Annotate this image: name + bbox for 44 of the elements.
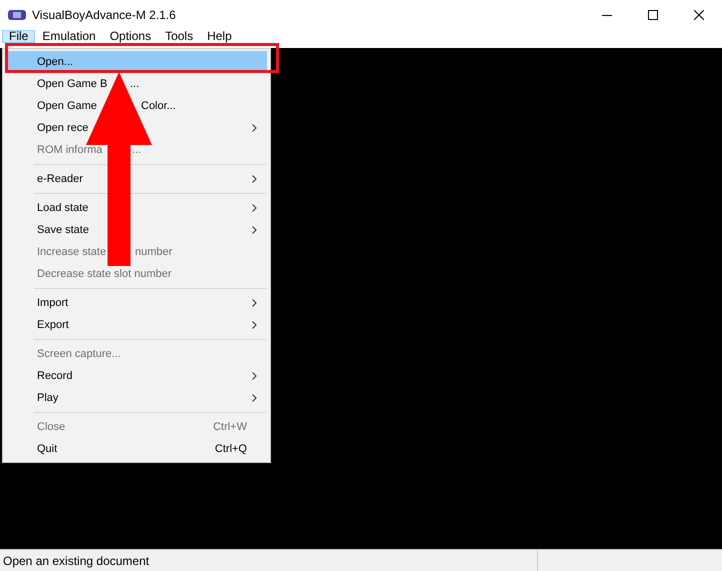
menu-item-label: Increase state xyxy=(37,246,106,258)
menu-item[interactable]: Open rece xyxy=(6,117,267,139)
shortcut-label: Ctrl+Q xyxy=(214,442,247,457)
menu-item-label: Quit xyxy=(37,442,58,455)
menu-item-label: Color... xyxy=(141,98,176,114)
app-icon xyxy=(8,10,26,20)
menu-item[interactable]: Load state xyxy=(6,197,267,219)
menu-item-label: number xyxy=(135,244,172,260)
menu-item-label: Screen capture... xyxy=(37,348,121,360)
menu-item-label: Close xyxy=(37,420,66,433)
menu-item[interactable]: Play xyxy=(6,387,267,409)
menu-item-label: e-Reader xyxy=(37,172,83,185)
menu-item-label: Open... xyxy=(37,56,74,68)
menu-item[interactable]: Record xyxy=(6,365,267,387)
menu-item[interactable]: Quit Ctrl+Q xyxy=(6,438,267,460)
menu-item-label: Open rece xyxy=(37,122,88,134)
menu-item-label: Save state xyxy=(37,224,89,236)
menu-item[interactable]: Open Game Color... xyxy=(6,95,267,117)
menu-item-label: Export xyxy=(37,318,69,331)
menu-bar-item[interactable]: File xyxy=(2,30,36,43)
close-icon xyxy=(694,10,704,20)
menu-item-label: ROM informa xyxy=(37,144,102,156)
menu-item-label: ... xyxy=(130,76,140,92)
menu-item-label: Load state xyxy=(37,202,88,214)
menu-item[interactable]: Save state xyxy=(6,219,267,241)
menu-item-label: ... xyxy=(132,142,142,158)
menu-item-label: Record xyxy=(37,370,72,382)
menu-bar-item[interactable]: Help xyxy=(200,30,239,43)
menu-item-label: Open Game B xyxy=(37,78,108,90)
menu-bar-item[interactable]: Tools xyxy=(158,30,200,43)
window-title: VisualBoyAdvance-M 2.1.6 xyxy=(32,7,176,24)
menu-bar-item[interactable]: Emulation xyxy=(35,30,103,43)
menu-item[interactable]: Open Game B ... xyxy=(6,73,267,95)
status-text: Open an existing document xyxy=(2,552,150,570)
menu-item[interactable]: Import xyxy=(6,292,267,314)
menu-item[interactable]: Export xyxy=(6,314,267,336)
menu-item-label: Decrease state slot number xyxy=(37,268,172,280)
menu-item-label: Import xyxy=(37,296,68,309)
maximize-icon xyxy=(648,10,658,20)
menu-item[interactable]: e-Reader xyxy=(6,168,267,190)
menu-item-label: Open Game xyxy=(37,100,97,112)
menu-item-label: Play xyxy=(37,392,58,404)
shortcut-label: Ctrl+W xyxy=(213,420,247,435)
menu-bar-item[interactable]: Options xyxy=(102,30,158,43)
